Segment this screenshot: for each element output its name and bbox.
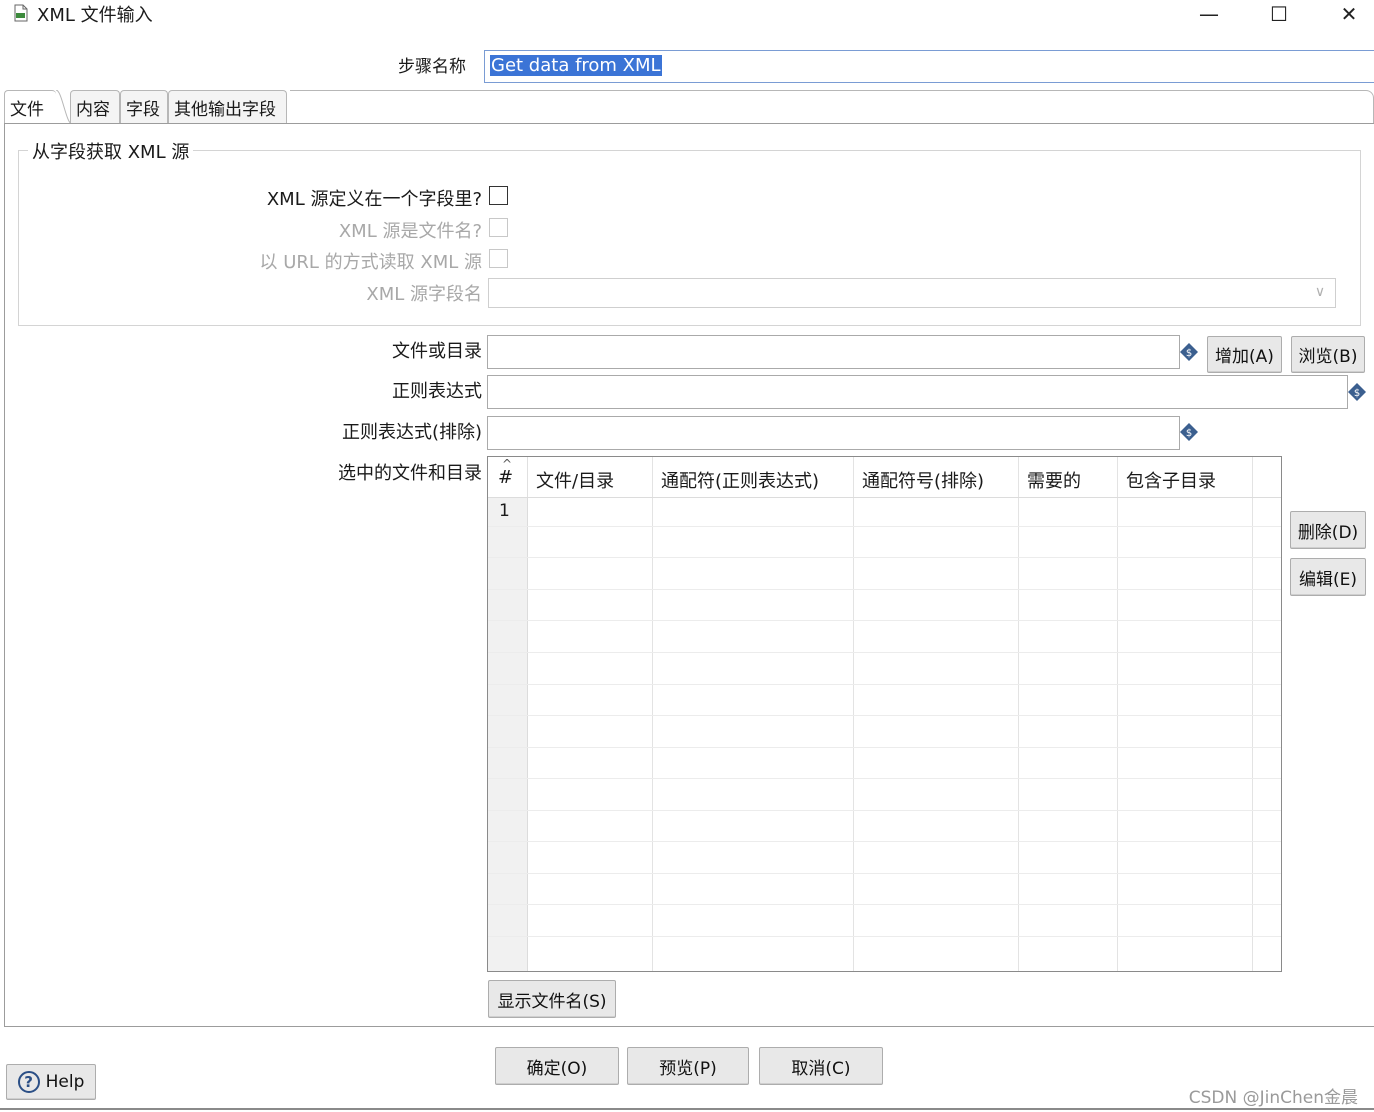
chevron-down-icon: ∨ [1314, 284, 1326, 300]
regex-exclude-label: 正则表达式(排除) [341, 422, 482, 443]
tab-content[interactable]: 内容 [70, 90, 120, 123]
tab-strip: 文件 内容 字段 其他输出字段 [4, 90, 294, 124]
maximize-icon: ☐ [1270, 2, 1288, 26]
table-header-wildcard-exclude[interactable]: 通配符号(排除) [854, 457, 1019, 497]
variable-icon[interactable]: $ [1347, 382, 1367, 402]
minimize-button[interactable]: — [1186, 0, 1232, 28]
xml-in-field-checkbox[interactable] [489, 186, 508, 205]
tab-fields-label: 字段 [126, 100, 160, 120]
file-or-dir-label: 文件或目录 [392, 341, 482, 362]
maximize-button[interactable]: ☐ [1256, 0, 1302, 28]
tab-file[interactable]: 文件 [4, 90, 56, 124]
close-button[interactable]: ✕ [1326, 0, 1372, 28]
xml-in-field-label: XML 源定义在一个字段里? [266, 189, 482, 210]
read-as-url-label: 以 URL 的方式读取 XML 源 [259, 252, 483, 273]
selected-files-label: 选中的文件和目录 [338, 463, 482, 484]
ok-button[interactable]: 确定(O) [495, 1047, 619, 1085]
regex-input[interactable] [487, 375, 1348, 409]
xml-is-filename-checkbox[interactable] [489, 218, 508, 237]
help-button[interactable]: ? Help [6, 1064, 96, 1100]
xml-field-name-select[interactable]: ∨ [488, 278, 1336, 308]
svg-text:$: $ [1354, 388, 1360, 399]
tab-content-label: 内容 [76, 100, 110, 120]
table-header-include-subfolders[interactable]: 包含子目录 [1118, 457, 1253, 497]
tab-strip-border [290, 90, 1374, 123]
selected-files-table: ^ # 文件/目录 通配符(正则表达式) 通配符号(排除) 需要的 包含子目录 … [487, 456, 1282, 972]
add-button[interactable]: 增加(A) [1207, 336, 1282, 373]
step-name-input[interactable]: Get data from XML [484, 50, 1374, 83]
preview-button[interactable]: 预览(P) [627, 1047, 749, 1085]
table-header-num[interactable]: # [488, 457, 528, 497]
watermark: CSDN @JinChen金晨 [1188, 1088, 1358, 1108]
help-icon: ? [17, 1071, 40, 1093]
regex-exclude-input[interactable] [487, 416, 1180, 450]
step-name-value: Get data from XML [490, 55, 662, 76]
xml-is-filename-label: XML 源是文件名? [338, 221, 482, 242]
xml-field-name-label: XML 源字段名 [366, 284, 482, 305]
tab-additional-output-fields-label: 其他输出字段 [174, 100, 276, 120]
browse-button[interactable]: 浏览(B) [1291, 336, 1365, 373]
show-filename-button[interactable]: 显示文件名(S) [488, 980, 616, 1018]
bottom-border [0, 1108, 1374, 1110]
table-row[interactable]: 1 [488, 497, 1281, 526]
step-name-label: 步骤名称 [398, 57, 466, 77]
window-title: XML 文件输入 [37, 5, 153, 26]
variable-icon[interactable]: $ [1179, 422, 1199, 442]
table-header-wildcard[interactable]: 通配符(正则表达式) [653, 457, 854, 497]
minimize-icon: — [1199, 2, 1219, 26]
regex-label: 正则表达式 [392, 381, 482, 402]
delete-button[interactable]: 删除(D) [1290, 511, 1366, 549]
tab-additional-output-fields[interactable]: 其他输出字段 [168, 90, 287, 123]
row-number-column [488, 497, 528, 971]
file-or-dir-input[interactable] [487, 335, 1180, 369]
edit-button[interactable]: 编辑(E) [1290, 558, 1366, 596]
row-number: 1 [499, 501, 510, 521]
tab-fields[interactable]: 字段 [120, 90, 168, 123]
svg-text:$: $ [1186, 348, 1192, 359]
read-as-url-checkbox[interactable] [489, 249, 508, 268]
table-header-file-dir[interactable]: 文件/目录 [528, 457, 653, 497]
tab-file-label: 文件 [10, 100, 44, 120]
table-header-required[interactable]: 需要的 [1019, 457, 1118, 497]
variable-icon[interactable]: $ [1179, 342, 1199, 362]
xml-source-group-title: 从字段获取 XML 源 [28, 138, 194, 164]
cancel-button[interactable]: 取消(C) [759, 1047, 883, 1085]
svg-text:$: $ [1186, 428, 1192, 439]
xml-file-icon [14, 4, 28, 22]
close-icon: ✕ [1340, 2, 1358, 26]
help-label: Help [45, 1072, 85, 1092]
